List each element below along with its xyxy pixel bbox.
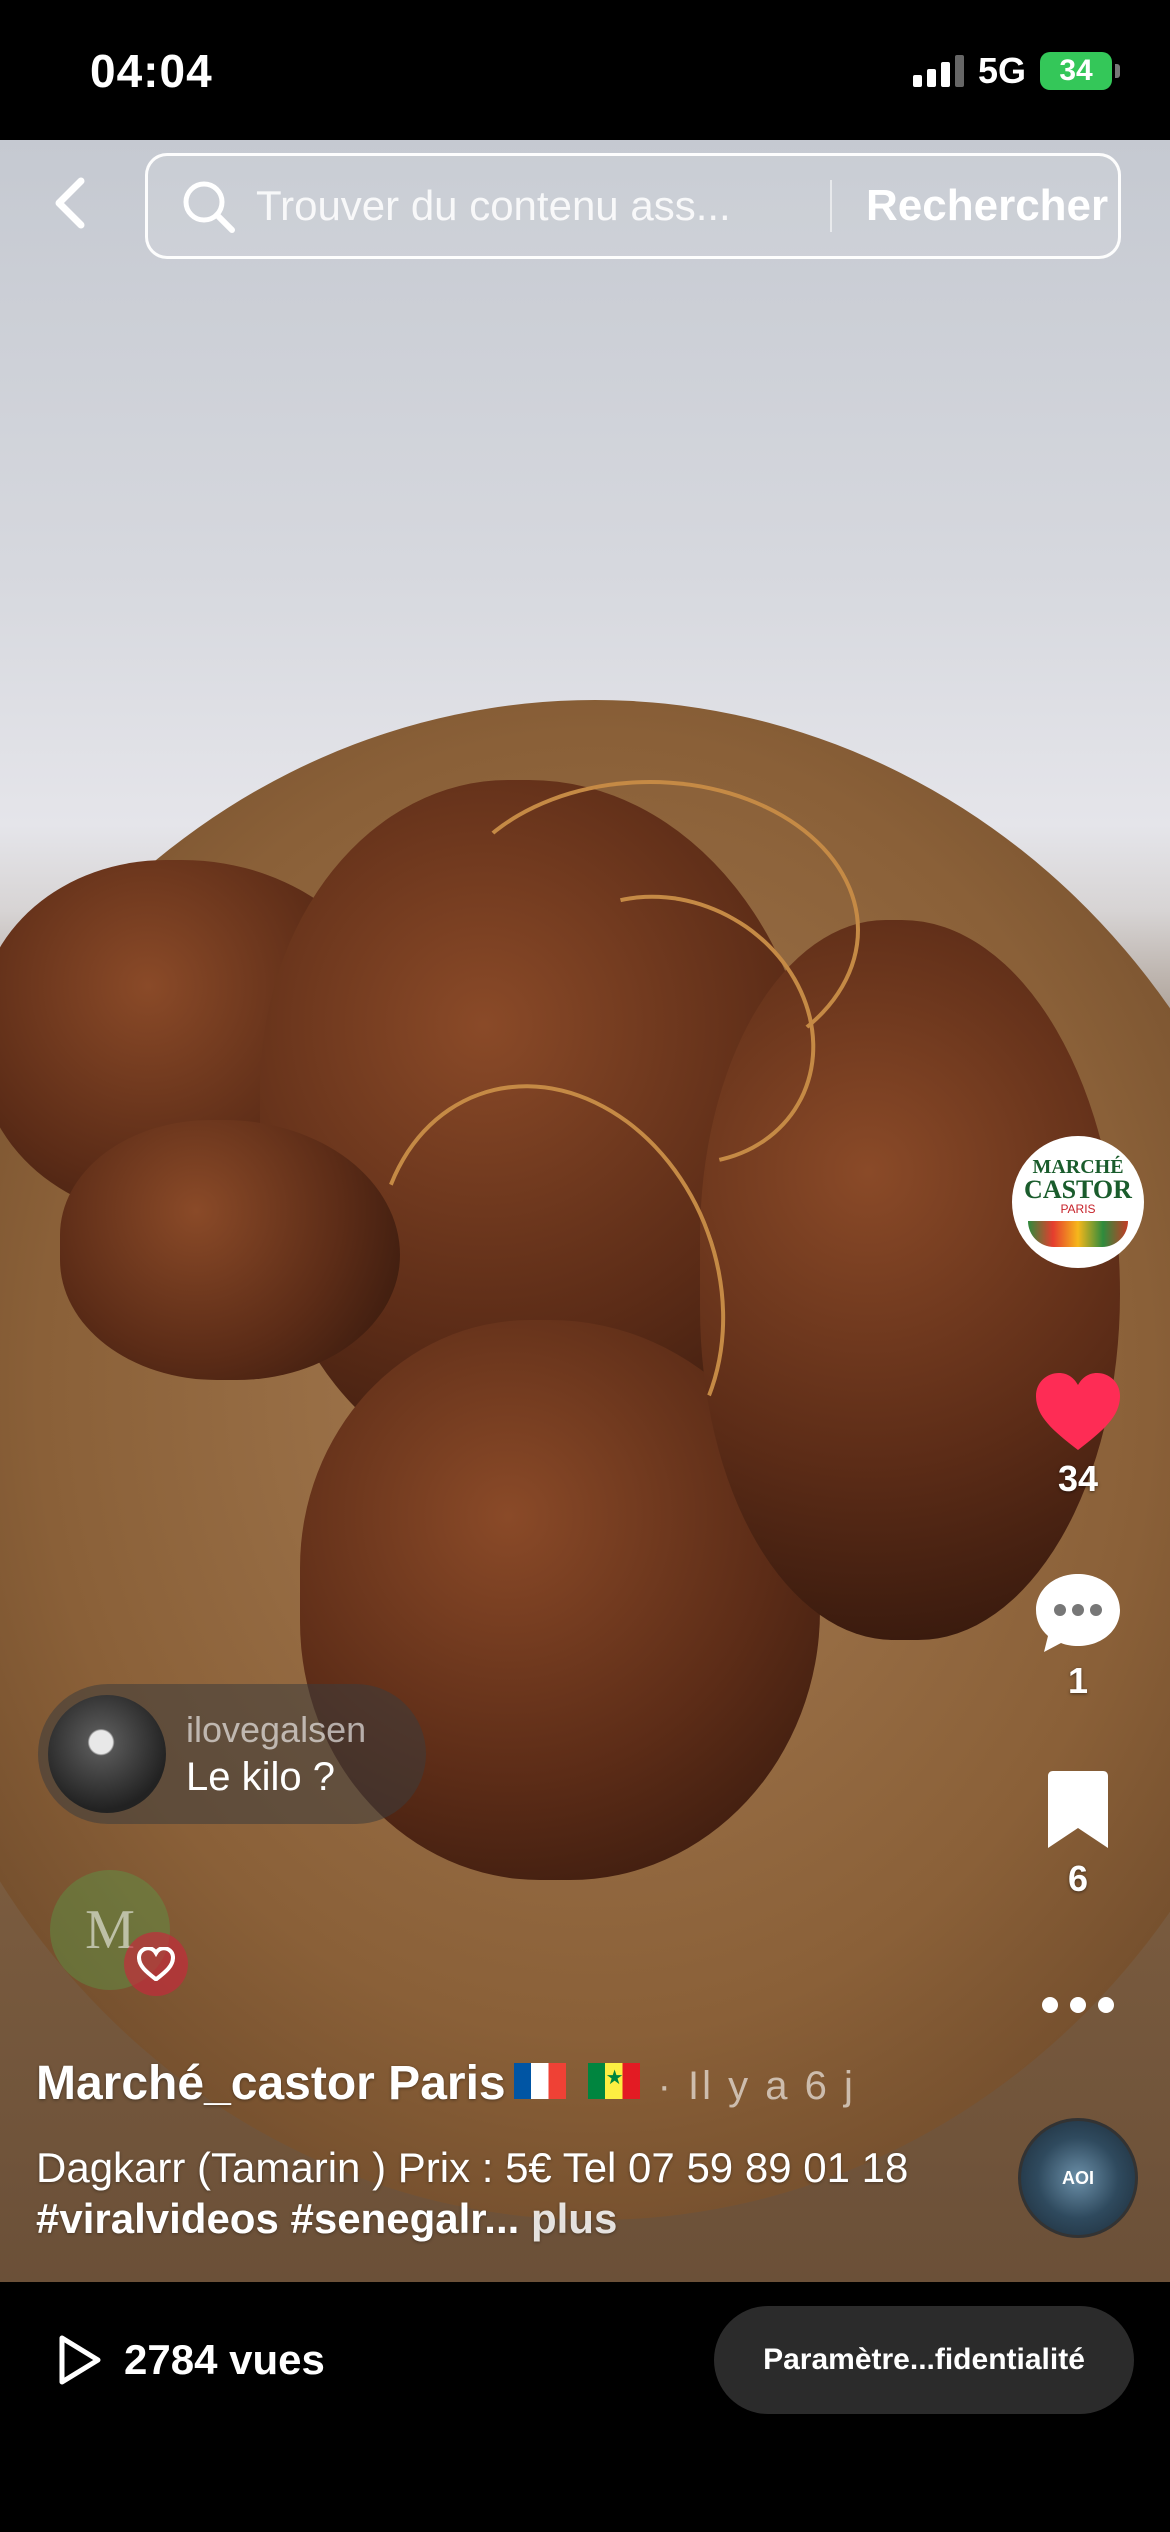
battery-level: 34	[1059, 54, 1093, 87]
play-icon	[59, 2335, 101, 2385]
like-button[interactable]: 34	[1020, 1370, 1136, 1500]
more-options-button[interactable]	[1020, 1990, 1136, 2020]
author-line: Marché_castor Paris · Il y a 6 j	[36, 2056, 856, 2111]
privacy-settings-button[interactable]: Paramètre...fidentialité	[714, 2306, 1134, 2414]
sound-disc-label: AOI	[1061, 2167, 1094, 2188]
logo-text-name: CASTOR	[1024, 1175, 1132, 1205]
search-bar[interactable]: Trouver du contenu ass... Rechercher	[145, 153, 1121, 259]
like-count: 34	[1057, 1458, 1099, 1499]
post-caption[interactable]: Dagkarr (Tamarin ) Prix : 5€ Tel 07 59 8…	[36, 2142, 976, 2244]
status-time: 04:04	[90, 45, 213, 97]
comment-bubble-icon	[1036, 1574, 1120, 1652]
view-count[interactable]: 2784 vues	[54, 2332, 325, 2388]
sound-disc[interactable]: AOI	[1018, 2118, 1138, 2238]
view-count-label: 2784 vues	[124, 2336, 325, 2383]
comment-button[interactable]: 1	[1020, 1570, 1136, 1702]
post-time: · Il y a 6 j	[657, 2064, 856, 2108]
caption-hashtags[interactable]: #viralvideos #senegalr...	[36, 2195, 519, 2242]
vegetables-logo-art	[1028, 1220, 1128, 1247]
search-divider	[830, 180, 832, 232]
comment-body: Le kilo ?	[186, 1754, 335, 1799]
floating-comment[interactable]: ilovegalsen Le kilo ?	[38, 1684, 426, 1824]
status-indicators: 5G 34	[912, 50, 1120, 92]
author-name[interactable]: Marché_castor Paris	[36, 2056, 506, 2111]
profile-avatar[interactable]: MARCHÉ CASTOR PARIS	[1012, 1136, 1144, 1268]
back-button[interactable]	[36, 168, 106, 238]
save-count: 6	[1067, 1858, 1089, 1899]
floating-comment-text: ilovegalsen Le kilo ?	[186, 1709, 366, 1800]
status-bar: 04:04 5G 34	[0, 0, 1170, 140]
caption-text: Dagkarr (Tamarin ) Prix : 5€ Tel 07 59 8…	[36, 2144, 909, 2191]
battery-icon: 34	[1040, 52, 1120, 90]
commenter-username: ilovegalsen	[186, 1708, 367, 1750]
search-icon	[180, 178, 236, 234]
bookmark-icon	[1048, 1771, 1108, 1848]
network-type: 5G	[977, 50, 1026, 91]
search-input[interactable]: Trouver du contenu ass...	[256, 182, 816, 230]
chevron-left-icon	[55, 177, 85, 229]
faded-heart-icon	[124, 1932, 188, 1996]
logo-text-top: MARCHÉ	[1032, 1156, 1124, 1179]
france-flag-icon	[513, 2063, 566, 2099]
save-button[interactable]: 6	[1020, 1768, 1136, 1900]
comment-count: 1	[1067, 1660, 1089, 1701]
cellular-signal-icon	[912, 55, 964, 87]
caption-more-link[interactable]: plus	[531, 2195, 617, 2242]
senegal-flag-icon	[587, 2063, 640, 2099]
heart-icon	[1036, 1373, 1120, 1450]
ellipsis-icon	[1042, 1997, 1114, 2013]
commenter-avatar	[48, 1695, 166, 1813]
logo-text-city: PARIS	[1060, 1202, 1096, 1217]
bottom-bar: 2784 vues Paramètre...fidentialité	[0, 2282, 1170, 2532]
search-submit-button[interactable]: Rechercher	[866, 181, 1108, 231]
